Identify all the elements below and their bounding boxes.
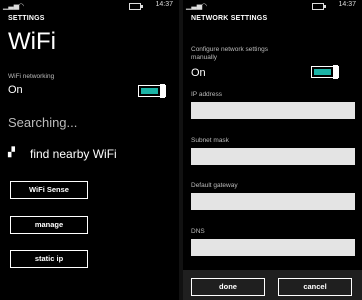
default-gateway-input[interactable] — [191, 193, 355, 210]
configure-manually-toggle[interactable] — [311, 65, 339, 79]
cancel-button[interactable]: cancel — [278, 278, 352, 296]
wifi-icon: ◠ — [201, 3, 208, 10]
app-heading: SETTINGS — [8, 15, 45, 22]
subnet-mask-input[interactable] — [191, 148, 355, 165]
clock: 14:37 — [155, 1, 173, 8]
manage-button[interactable]: manage — [10, 216, 88, 234]
clock: 14:37 — [338, 1, 356, 8]
signal-icon: ▁▃▅ — [186, 3, 203, 10]
subnet-mask-label: Subnet mask — [191, 137, 229, 144]
wifi-settings-screen: ▁▃▅ ◠ 14:37 SETTINGS WiFi WiFi networkin… — [0, 0, 179, 300]
battery-icon — [312, 3, 326, 10]
app-bar: done cancel — [183, 270, 362, 300]
configure-manually-label: Configure network settings manually — [191, 46, 268, 61]
wifi-networking-toggle[interactable] — [138, 84, 166, 98]
configure-manually-value: On — [191, 67, 206, 79]
status-bar: ▁▃▅ ◠ 14:37 — [0, 0, 179, 12]
dns-input[interactable] — [191, 239, 355, 256]
wifi-networking-label: WiFi networking — [8, 73, 55, 80]
signal-search-icon: ▞ — [8, 147, 15, 157]
default-gateway-label: Default gateway — [191, 182, 238, 189]
find-nearby-label: find nearby WiFi — [30, 147, 117, 161]
toggle-thumb — [333, 65, 338, 79]
page-title: WiFi — [8, 28, 56, 55]
wifi-icon: ◠ — [18, 3, 25, 10]
done-button[interactable]: done — [191, 278, 265, 296]
status-bar: ▁▃▅ ◠ 14:37 — [183, 0, 362, 12]
toggle-thumb — [160, 84, 165, 98]
battery-icon — [129, 3, 143, 10]
dns-label: DNS — [191, 228, 205, 235]
searching-status: Searching... — [8, 115, 78, 130]
app-heading: NETWORK SETTINGS — [191, 15, 268, 22]
wifi-networking-value: On — [8, 84, 23, 96]
ip-address-label: IP address — [191, 91, 222, 98]
toggle-fill — [314, 69, 331, 75]
ip-address-input[interactable] — [191, 102, 355, 119]
wifi-sense-button[interactable]: WiFi Sense — [10, 181, 88, 199]
static-ip-button[interactable]: static ip — [10, 250, 88, 268]
signal-icon: ▁▃▅ — [3, 3, 20, 10]
toggle-fill — [141, 88, 158, 94]
network-settings-screen: ▁▃▅ ◠ 14:37 NETWORK SETTINGS Configure n… — [183, 0, 362, 300]
